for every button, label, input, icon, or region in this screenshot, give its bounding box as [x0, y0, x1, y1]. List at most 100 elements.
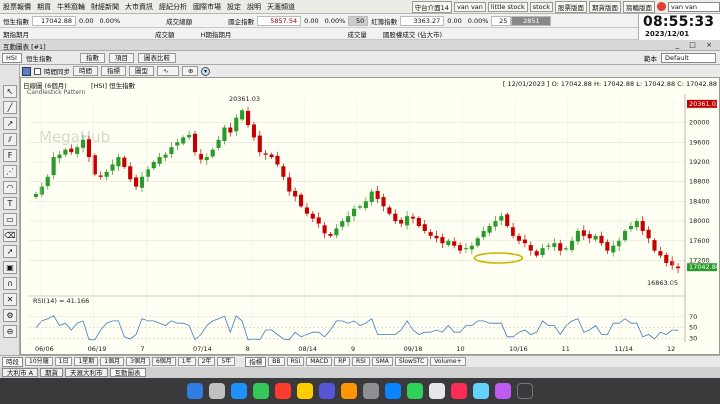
- period-5y[interactable]: 5年: [217, 357, 236, 366]
- period-1w[interactable]: 1星期: [74, 357, 99, 366]
- period-2y[interactable]: 2年: [197, 357, 216, 366]
- x-tick-label: 8: [246, 345, 250, 353]
- indicator-macd[interactable]: MACD: [306, 357, 333, 366]
- indicator-bb[interactable]: BB: [268, 357, 285, 366]
- indicator-rp[interactable]: RP: [334, 357, 351, 366]
- window-controls[interactable]: _ □ ×: [676, 41, 716, 49]
- photos-icon[interactable]: [319, 383, 335, 399]
- candle-body: [487, 226, 492, 233]
- chevron-down-icon[interactable]: ▾: [201, 66, 210, 76]
- period-6m[interactable]: 6個月: [151, 357, 176, 366]
- rsi-tick-label: 70: [689, 313, 697, 321]
- draw-button[interactable]: 圖型: [129, 66, 154, 76]
- cursor-tool-icon[interactable]: ↖: [3, 85, 17, 98]
- index-button[interactable]: 指數: [80, 52, 105, 63]
- layout-tab-warrants[interactable]: 窩輪版面: [623, 0, 655, 13]
- period-10min[interactable]: 10分鐘: [25, 357, 53, 366]
- chart-panel[interactable]: 日線圖 (6個月) [HSI] 恒生指數 [ 12/01/2023 ] O: 1…: [20, 77, 720, 355]
- magnet-tool-icon[interactable]: ∩: [3, 277, 17, 290]
- trendline-tool-icon[interactable]: ╱: [3, 101, 17, 114]
- candlestick-chart[interactable]: MegaHub 20361.0316863.05 172001760018000…: [21, 78, 719, 354]
- channel-tool-icon[interactable]: ⫽: [3, 133, 17, 146]
- line-chart-icon[interactable]: ∿: [157, 66, 179, 76]
- fibonacci-tool-icon[interactable]: F: [3, 149, 17, 162]
- text-tool-icon[interactable]: T: [3, 197, 17, 210]
- period-select[interactable]: 時段: [2, 356, 23, 367]
- podcasts-icon[interactable]: [495, 383, 511, 399]
- menu-futures[interactable]: 期貨: [34, 2, 54, 12]
- indicator-button[interactable]: 指標: [101, 66, 126, 76]
- rsi-tick-label: 30: [689, 335, 697, 343]
- tab-channel-market[interactable]: 天滙大利市: [65, 368, 108, 377]
- indicator-sma[interactable]: SMA: [371, 357, 393, 366]
- menu-news[interactable]: 財經新聞: [88, 2, 122, 12]
- launchpad-icon[interactable]: [209, 383, 225, 399]
- menu-channel[interactable]: 天滙頻道: [264, 2, 298, 12]
- indicator-slowstc[interactable]: SlowSTC: [394, 357, 429, 366]
- notes-icon[interactable]: [297, 383, 313, 399]
- item-button[interactable]: 項目: [109, 52, 134, 63]
- arrow-tool-icon[interactable]: ➚: [3, 245, 17, 258]
- candle-body: [346, 216, 351, 223]
- user-search-input[interactable]: van van: [668, 1, 720, 12]
- chrome-icon[interactable]: [429, 383, 445, 399]
- safari-icon[interactable]: [231, 383, 247, 399]
- delete-tool-icon[interactable]: ✕: [3, 293, 17, 306]
- layout-tab-futures[interactable]: 期貨版面: [589, 0, 621, 13]
- candle-body: [69, 148, 74, 153]
- period-1y[interactable]: 1年: [177, 357, 196, 366]
- books-icon[interactable]: [341, 383, 357, 399]
- finder-icon[interactable]: [187, 383, 203, 399]
- candle-body: [434, 235, 439, 239]
- settings-tool-icon[interactable]: ⚙: [3, 309, 17, 322]
- trash-icon[interactable]: [517, 383, 533, 399]
- indicator-volume[interactable]: Volume+: [430, 357, 466, 366]
- tab-futures[interactable]: 期貨: [40, 368, 64, 377]
- tab-interactive-chart[interactable]: 互動圖表: [109, 368, 146, 377]
- candle-body: [245, 110, 251, 126]
- template-select[interactable]: Default: [661, 52, 716, 63]
- menu-market-info[interactable]: 大市資訊: [122, 2, 156, 12]
- layout-tab-2[interactable]: van van: [453, 1, 486, 12]
- appstore-icon[interactable]: [385, 383, 401, 399]
- layout-tab-1[interactable]: 守台介面14: [411, 0, 452, 13]
- layout-tab-4[interactable]: stock: [529, 1, 553, 12]
- sync-checkbox[interactable]: [34, 67, 41, 75]
- layout-tab-stock[interactable]: 股票版面: [555, 0, 587, 13]
- menu-settings[interactable]: 設定: [224, 2, 244, 12]
- menu-stock-quote[interactable]: 股票報價: [0, 2, 34, 12]
- indicator-rsi-2[interactable]: RSI: [352, 357, 370, 366]
- symbol-input[interactable]: HSI: [2, 52, 22, 63]
- ray-tool-icon[interactable]: ↗: [3, 117, 17, 130]
- menu-intl-market[interactable]: 國際市場: [190, 2, 224, 12]
- period-1m[interactable]: 1個月: [100, 357, 125, 366]
- lock-tool-icon[interactable]: ▣: [3, 261, 17, 274]
- h-futures-volume-label: 成交量: [347, 30, 367, 39]
- period-1d[interactable]: 1日: [54, 357, 73, 366]
- arc-tool-icon[interactable]: ◠: [3, 181, 17, 194]
- compare-chart-button[interactable]: 圖表比較: [138, 52, 176, 63]
- zoom-out-tool-icon[interactable]: ⊖: [3, 325, 17, 338]
- messages-icon[interactable]: [253, 383, 269, 399]
- user-icon[interactable]: [657, 2, 666, 11]
- chart-type-icon[interactable]: [22, 66, 31, 76]
- menu-warrants[interactable]: 牛熊窩輪: [54, 2, 88, 12]
- period-3m[interactable]: 3個月: [126, 357, 150, 366]
- tab-market-a[interactable]: 大利市 A: [2, 368, 39, 377]
- eraser-tool-icon[interactable]: ⌫: [3, 229, 17, 242]
- mail-icon[interactable]: [473, 383, 489, 399]
- rectangle-tool-icon[interactable]: ▭: [3, 213, 17, 226]
- music-icon[interactable]: [451, 383, 467, 399]
- menu-help[interactable]: 說明: [244, 2, 264, 12]
- indicator-rsi[interactable]: RSI: [286, 357, 305, 366]
- candle-body: [63, 149, 68, 155]
- layout-tab-3[interactable]: little stock: [487, 1, 528, 12]
- facetime-icon[interactable]: [407, 383, 423, 399]
- zoom-icon[interactable]: ⊕: [182, 66, 198, 76]
- fan-tool-icon[interactable]: ⋰: [3, 165, 17, 178]
- calendar-icon[interactable]: [275, 383, 291, 399]
- time-button[interactable]: 時間: [73, 66, 98, 76]
- indicator-select[interactable]: 指標: [245, 356, 267, 367]
- menu-broker-analysis[interactable]: 經紀分析: [156, 2, 190, 12]
- settings-icon[interactable]: [363, 383, 379, 399]
